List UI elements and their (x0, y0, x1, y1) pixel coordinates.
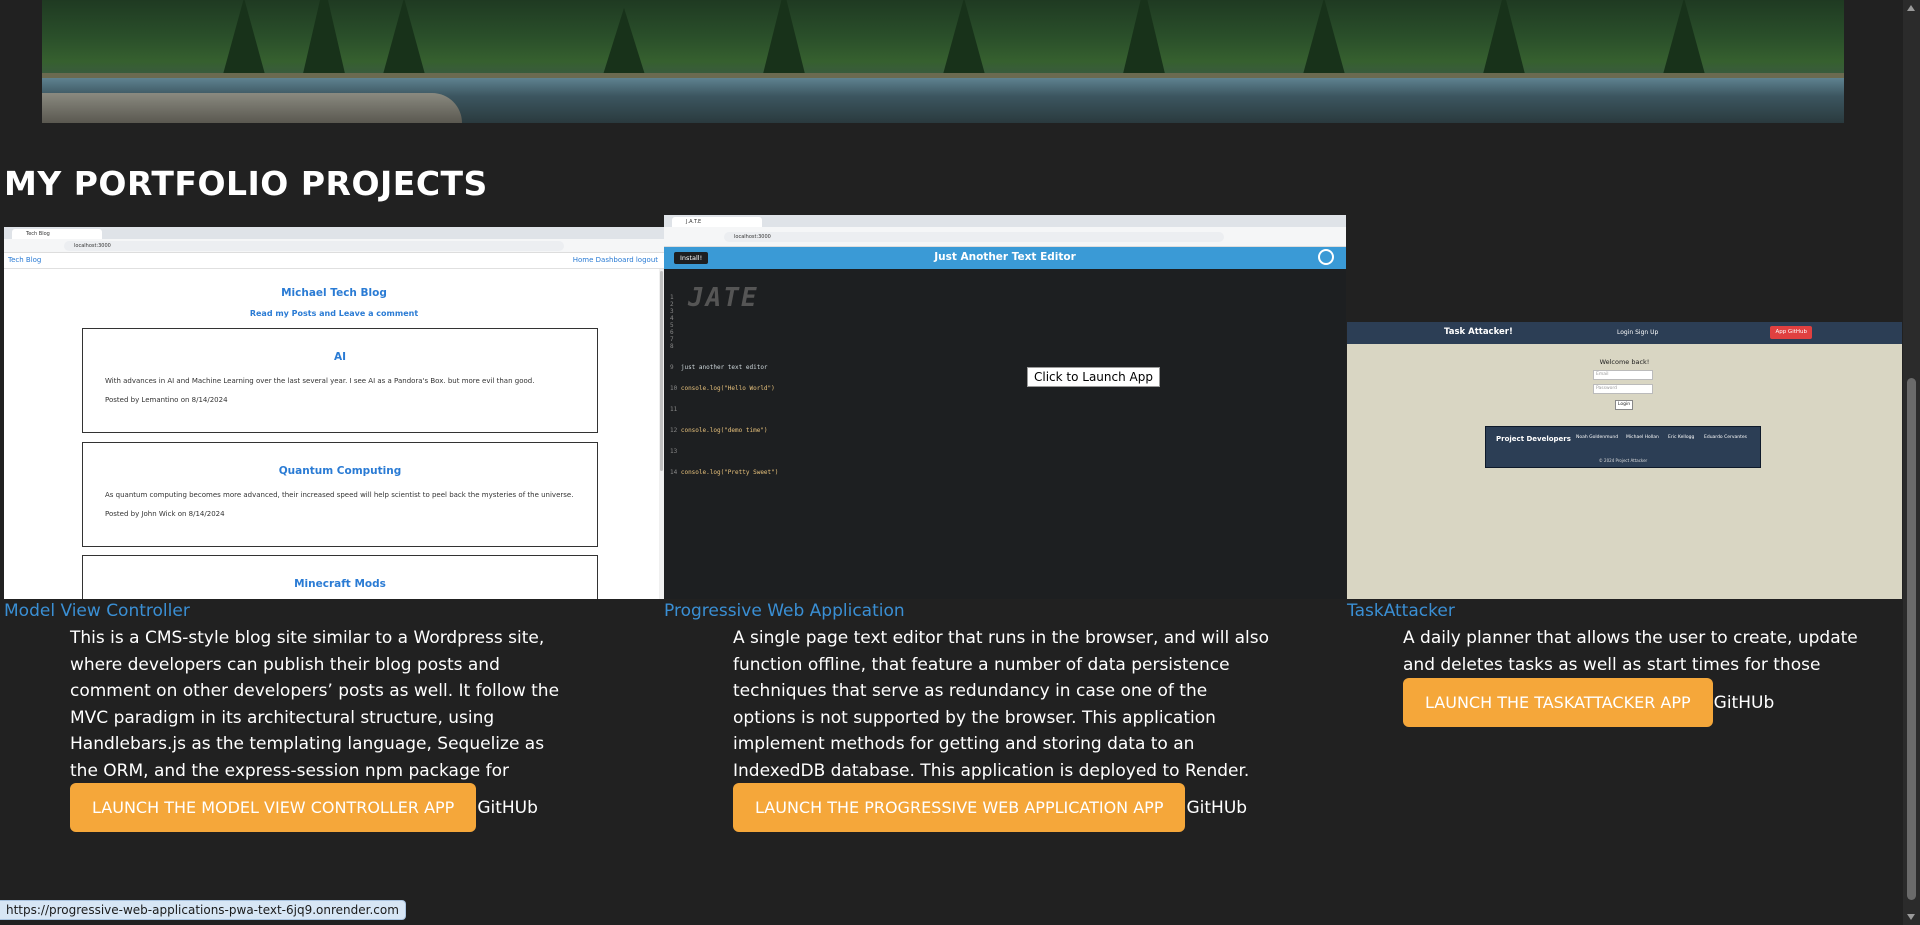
project-title-mvc[interactable]: Model View Controller (4, 601, 190, 621)
page-title: MY PORTFOLIO PROJECTS (4, 164, 488, 203)
project-screenshot-mvc[interactable]: Tech Blog localhost:3000 Tech Blog Home … (4, 227, 664, 599)
github-link-pwa[interactable]: GitHUb (1186, 798, 1247, 818)
launch-pwa-button[interactable]: LAUNCH THE PROGRESSIVE WEB APPLICATION A… (733, 783, 1186, 832)
project-screenshot-pwa[interactable]: J.A.T.E localhost:3000 Install! Just Ano… (664, 215, 1346, 599)
jate-logo-icon (1318, 249, 1334, 265)
scroll-down-icon[interactable] (1907, 914, 1915, 920)
project-description-pwa: A single page text editor that runs in t… (733, 628, 1270, 781)
launch-mvc-button[interactable]: LAUNCH THE MODEL VIEW CONTROLLER APP (70, 783, 477, 832)
page-scrollbar[interactable] (1903, 0, 1920, 925)
project-actions-taskattacker: LAUNCH THE TASKATTACKER APP GitHUb (1403, 678, 1774, 727)
hero-banner-image (42, 0, 1844, 123)
project-screenshot-taskattacker[interactable]: Task Attacker! Login Sign Up App GitHub … (1347, 322, 1902, 599)
click-to-launch-tooltip[interactable]: Click to Launch App (1027, 367, 1160, 387)
link-preview-status-bar: https://progressive-web-applications-pwa… (0, 900, 406, 920)
project-actions-mvc: LAUNCH THE MODEL VIEW CONTROLLER APP Git… (70, 783, 538, 832)
project-title-taskattacker[interactable]: TaskAttacker (1347, 601, 1455, 621)
scrollbar-thumb[interactable] (1907, 378, 1916, 900)
github-link-mvc[interactable]: GitHUb (477, 798, 538, 818)
scroll-up-icon[interactable] (1907, 5, 1915, 11)
launch-taskattacker-button[interactable]: LAUNCH THE TASKATTACKER APP (1403, 678, 1713, 727)
github-link-taskattacker[interactable]: GitHUb (1714, 693, 1775, 713)
project-actions-pwa: LAUNCH THE PROGRESSIVE WEB APPLICATION A… (733, 783, 1247, 832)
project-title-pwa[interactable]: Progressive Web Application (664, 601, 905, 621)
